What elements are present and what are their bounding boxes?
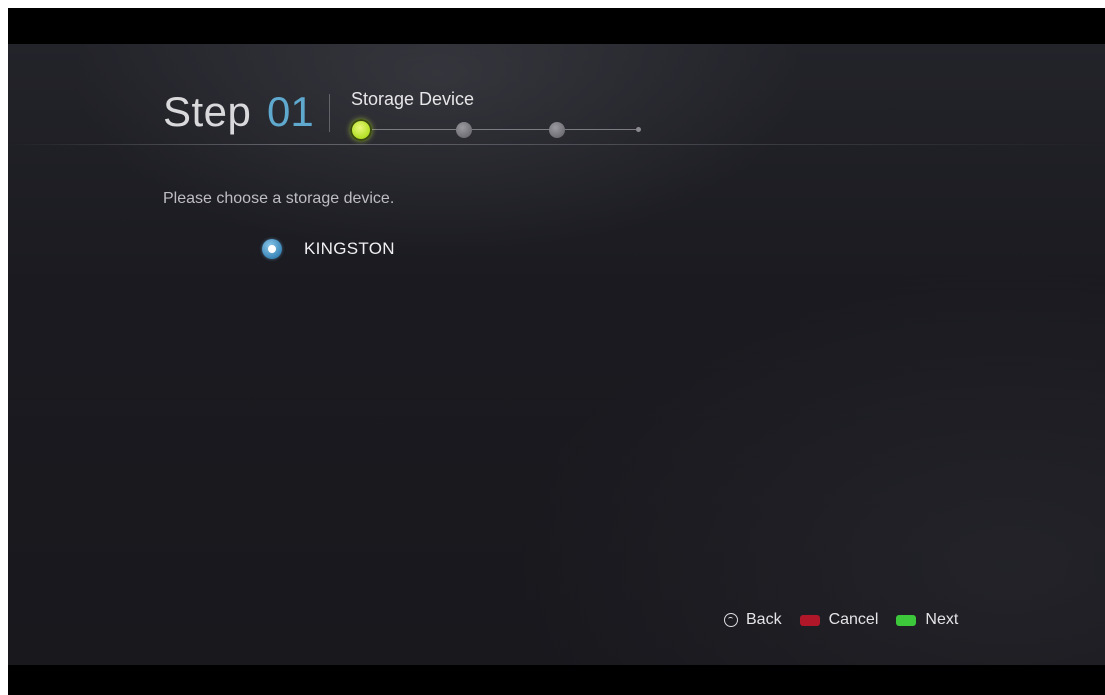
progress-track — [370, 129, 640, 130]
header-divider — [8, 144, 1105, 145]
step-separator — [329, 94, 330, 132]
progress-step-1-active — [350, 119, 372, 141]
radio-dot — [268, 245, 276, 253]
step-word: Step — [163, 88, 252, 135]
screen: Step 01 Storage Device Please choose a s… — [8, 8, 1105, 695]
step-title: Storage Device — [351, 89, 475, 109]
prompt-text: Please choose a storage device. — [163, 190, 395, 207]
back-label: Back — [746, 611, 782, 628]
red-key-icon — [799, 614, 820, 626]
progress-end — [636, 127, 641, 132]
next-button[interactable]: Next — [896, 611, 958, 629]
green-key-icon — [896, 614, 917, 626]
cancel-button[interactable]: Cancel — [799, 611, 879, 629]
setup-wizard: Step 01 Storage Device Please choose a s… — [8, 44, 1105, 665]
next-label: Next — [925, 611, 959, 628]
radio-selected-icon[interactable] — [262, 239, 282, 259]
storage-option-label: KINGSTON — [304, 239, 395, 258]
back-button[interactable]: Back — [724, 611, 782, 629]
footer-controls: Back Cancel Next — [724, 609, 958, 631]
step-number: 01 — [267, 88, 314, 135]
back-circle-icon — [724, 613, 738, 627]
progress-step-3 — [549, 122, 565, 138]
storage-option-kingston[interactable]: KINGSTON — [262, 237, 395, 261]
progress-step-2 — [456, 122, 472, 138]
cancel-label: Cancel — [828, 611, 879, 628]
step-progress — [348, 116, 668, 146]
